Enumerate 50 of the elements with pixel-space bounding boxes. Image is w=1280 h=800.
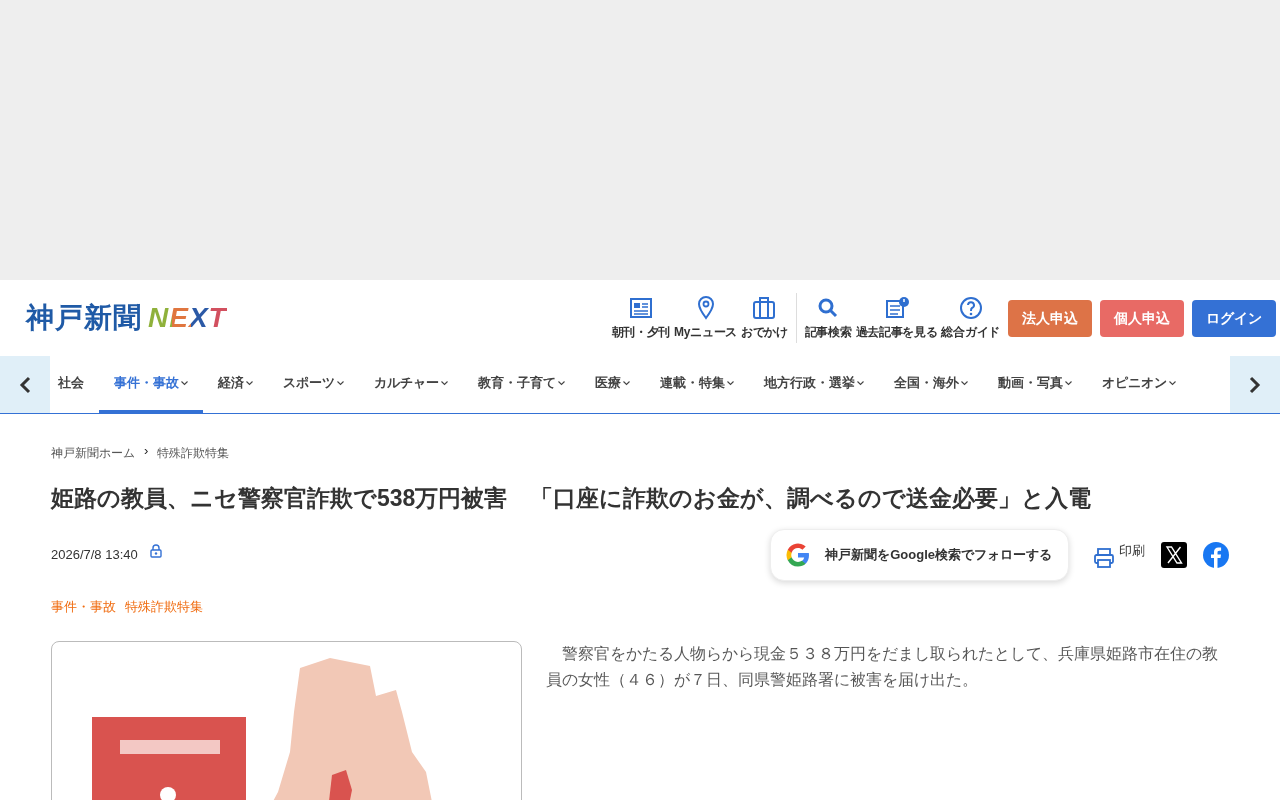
help-icon [957, 295, 984, 320]
chevron-right-icon [1249, 375, 1261, 394]
breadcrumb-separator: › [144, 444, 149, 460]
caret-icon [441, 380, 448, 386]
suitcase-icon [751, 295, 778, 320]
caret-icon [558, 380, 565, 386]
google-icon [785, 542, 812, 569]
nav-tab[interactable]: 事件・事故 [99, 356, 203, 413]
facebook-share-icon[interactable] [1203, 542, 1229, 569]
scroll-right-button[interactable] [1230, 356, 1280, 413]
breadcrumb-link[interactable]: 特殊詐欺特集 [157, 444, 230, 462]
nav-tab[interactable]: 教育・子育て [463, 356, 580, 413]
nav-tab[interactable]: 医療 [580, 356, 645, 413]
toolbar-button[interactable]: 朝刊・夕刊 [611, 295, 671, 341]
toolbar-button[interactable]: 記事検索 [804, 295, 852, 341]
article-title: 姫路の教員、ニセ警察官詐欺で538万円被害 「口座に詐欺のお金が、調べるので送金必要」と入電 [51, 484, 1093, 513]
chevron-left-icon [19, 375, 31, 394]
toolbar-button[interactable]: Myニュース [674, 295, 737, 341]
nav-tab[interactable]: 全国・海外 [879, 356, 983, 413]
x-share-icon[interactable] [1161, 542, 1187, 569]
caret-icon [961, 380, 968, 386]
breadcrumb-link[interactable]: 神戸新聞ホーム [51, 444, 135, 462]
caret-icon [1065, 380, 1072, 386]
caret-icon [727, 380, 734, 386]
nav-tab[interactable]: 連載・特集 [645, 356, 749, 413]
toolbar-button[interactable]: 総合ガイド [941, 295, 1000, 341]
nav-tab[interactable]: オピニオン [1087, 356, 1191, 413]
nav-tab[interactable]: スポーツ [268, 356, 359, 413]
site-logo[interactable]: 神戸新聞 NEXT [26, 304, 227, 332]
print-button[interactable]: 印刷 [1093, 541, 1145, 570]
scroll-left-button[interactable] [0, 356, 50, 413]
nav-tab[interactable]: カルチャー [359, 356, 463, 413]
caret-icon [246, 380, 253, 386]
toolbar-button[interactable]: おでかけ [740, 295, 788, 341]
nav-tab[interactable]: 社会 [58, 356, 99, 413]
header-button[interactable]: ログイン [1192, 299, 1276, 337]
toolbar-button[interactable]: 過去記事を見る [855, 295, 938, 341]
caret-icon [181, 380, 188, 386]
document-clock-icon [883, 295, 910, 320]
caret-icon [337, 380, 344, 386]
caret-icon [857, 380, 864, 386]
publish-date: 2026/7/8 13:40 [51, 546, 138, 565]
nav-tab[interactable]: 地方行政・選挙 [749, 356, 879, 413]
caret-icon [1169, 380, 1176, 386]
paper-icon [627, 295, 654, 320]
follow-button[interactable]: 神戸新聞をGoogle検索でフォローする [770, 529, 1069, 582]
nav-tab[interactable]: 動画・写真 [983, 356, 1087, 413]
printer-icon [1093, 547, 1115, 570]
caret-icon [623, 380, 630, 386]
nav-tab[interactable]: 経済 [203, 356, 268, 413]
